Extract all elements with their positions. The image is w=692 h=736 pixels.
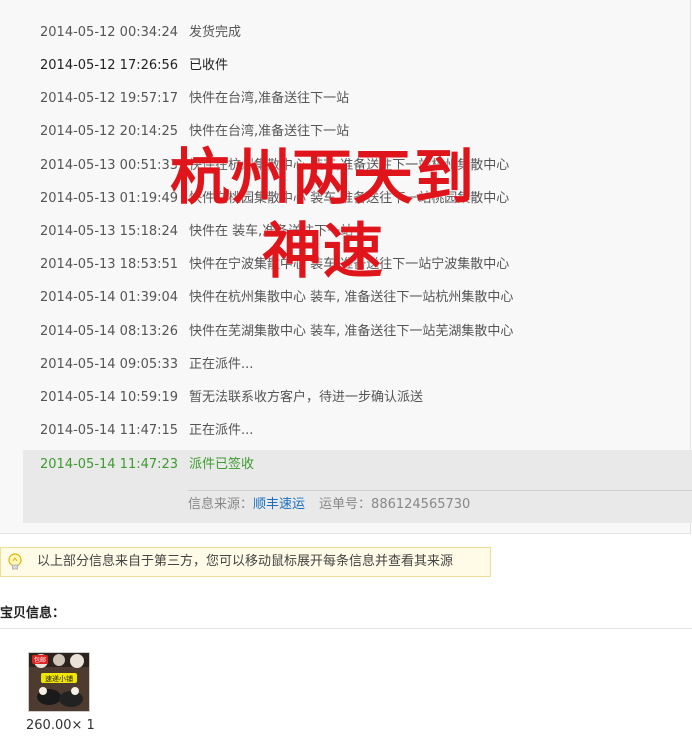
event-time: 2014-05-13 01:19:49	[40, 191, 179, 206]
event-time: 2014-05-14 11:47:15	[40, 423, 179, 438]
event-time: 2014-05-13 00:51:33	[40, 158, 179, 173]
carrier-link[interactable]: 顺丰速运	[253, 497, 305, 512]
event-desc: 发货完成	[189, 25, 242, 40]
tracking-row: 2014-05-14 09:05:33 正在派件...	[40, 348, 253, 381]
tracking-row: 2014-05-14 10:59:19 暂无法联系收方客户，待进一步确认派送	[40, 381, 423, 414]
section-divider	[0, 628, 692, 629]
event-desc: 正在派件...	[189, 357, 254, 372]
event-time: 2014-05-14 10:59:19	[40, 390, 179, 405]
product-thumbnail[interactable]: 包邮 速递小铺	[28, 652, 90, 712]
thumb-tag-text: 包邮	[34, 656, 46, 664]
event-time: 2014-05-14 11:47:23	[40, 457, 179, 472]
item-section-title: 宝贝信息：	[0, 606, 66, 621]
tracking-row: 2014-05-12 00:34:24 发货完成	[40, 16, 241, 49]
tracking-row: 2014-05-12 17:26:56 已收件	[40, 49, 228, 82]
event-desc: 正在派件...	[189, 423, 254, 438]
overlay-caption-line2: 神速	[262, 217, 384, 287]
overlay-caption-line1: 杭州两天到	[170, 143, 475, 213]
tracking-row: 2014-05-14 11:47:15 正在派件...	[40, 414, 253, 447]
event-desc: 已收件	[189, 58, 229, 73]
waybill-label: 运单号：	[319, 497, 372, 512]
event-time: 2014-05-13 18:53:51	[40, 257, 179, 272]
event-time: 2014-05-12 00:34:24	[40, 25, 179, 40]
thumb-shop-text: 速递小铺	[45, 674, 73, 683]
price-quantity: 260.00× 1	[26, 718, 95, 733]
event-time: 2014-05-12 19:57:17	[40, 91, 179, 106]
event-time: 2014-05-13 15:18:24	[40, 224, 179, 239]
source-label: 信息来源：	[188, 497, 254, 512]
event-desc: 派件已签收	[189, 457, 255, 472]
tracking-row: 2014-05-12 19:57:17 快件在台湾,准备送往下一站	[40, 82, 349, 115]
lightbulb-icon	[7, 553, 23, 571]
event-desc: 暂无法联系收方客户，待进一步确认派送	[189, 390, 424, 405]
event-desc: 快件在芜湖集散中心 装车, 准备送往下一站芜湖集散中心	[189, 324, 514, 339]
event-time: 2014-05-12 20:14:25	[40, 124, 179, 139]
event-time: 2014-05-14 08:13:26	[40, 324, 179, 339]
event-time: 2014-05-14 09:05:33	[40, 357, 179, 372]
source-tip-banner: 以上部分信息来自于第三方，您可以移动鼠标展开每条信息并查看其来源	[0, 547, 491, 577]
tip-text: 以上部分信息来自于第三方，您可以移动鼠标展开每条信息并查看其来源	[37, 554, 454, 569]
event-time: 2014-05-12 17:26:56	[40, 58, 179, 73]
tracking-row-signed: 2014-05-14 11:47:23 派件已签收	[40, 448, 254, 481]
event-desc: 快件在台湾,准备送往下一站	[189, 91, 350, 106]
tracking-source: 信息来源：顺丰速运 运单号：886124565730	[188, 490, 692, 519]
tracking-row: 2014-05-14 08:13:26 快件在芜湖集散中心 装车, 准备送往下一站…	[40, 315, 513, 348]
waybill-number: 886124565730	[371, 497, 471, 512]
event-time: 2014-05-14 01:39:04	[40, 290, 179, 305]
